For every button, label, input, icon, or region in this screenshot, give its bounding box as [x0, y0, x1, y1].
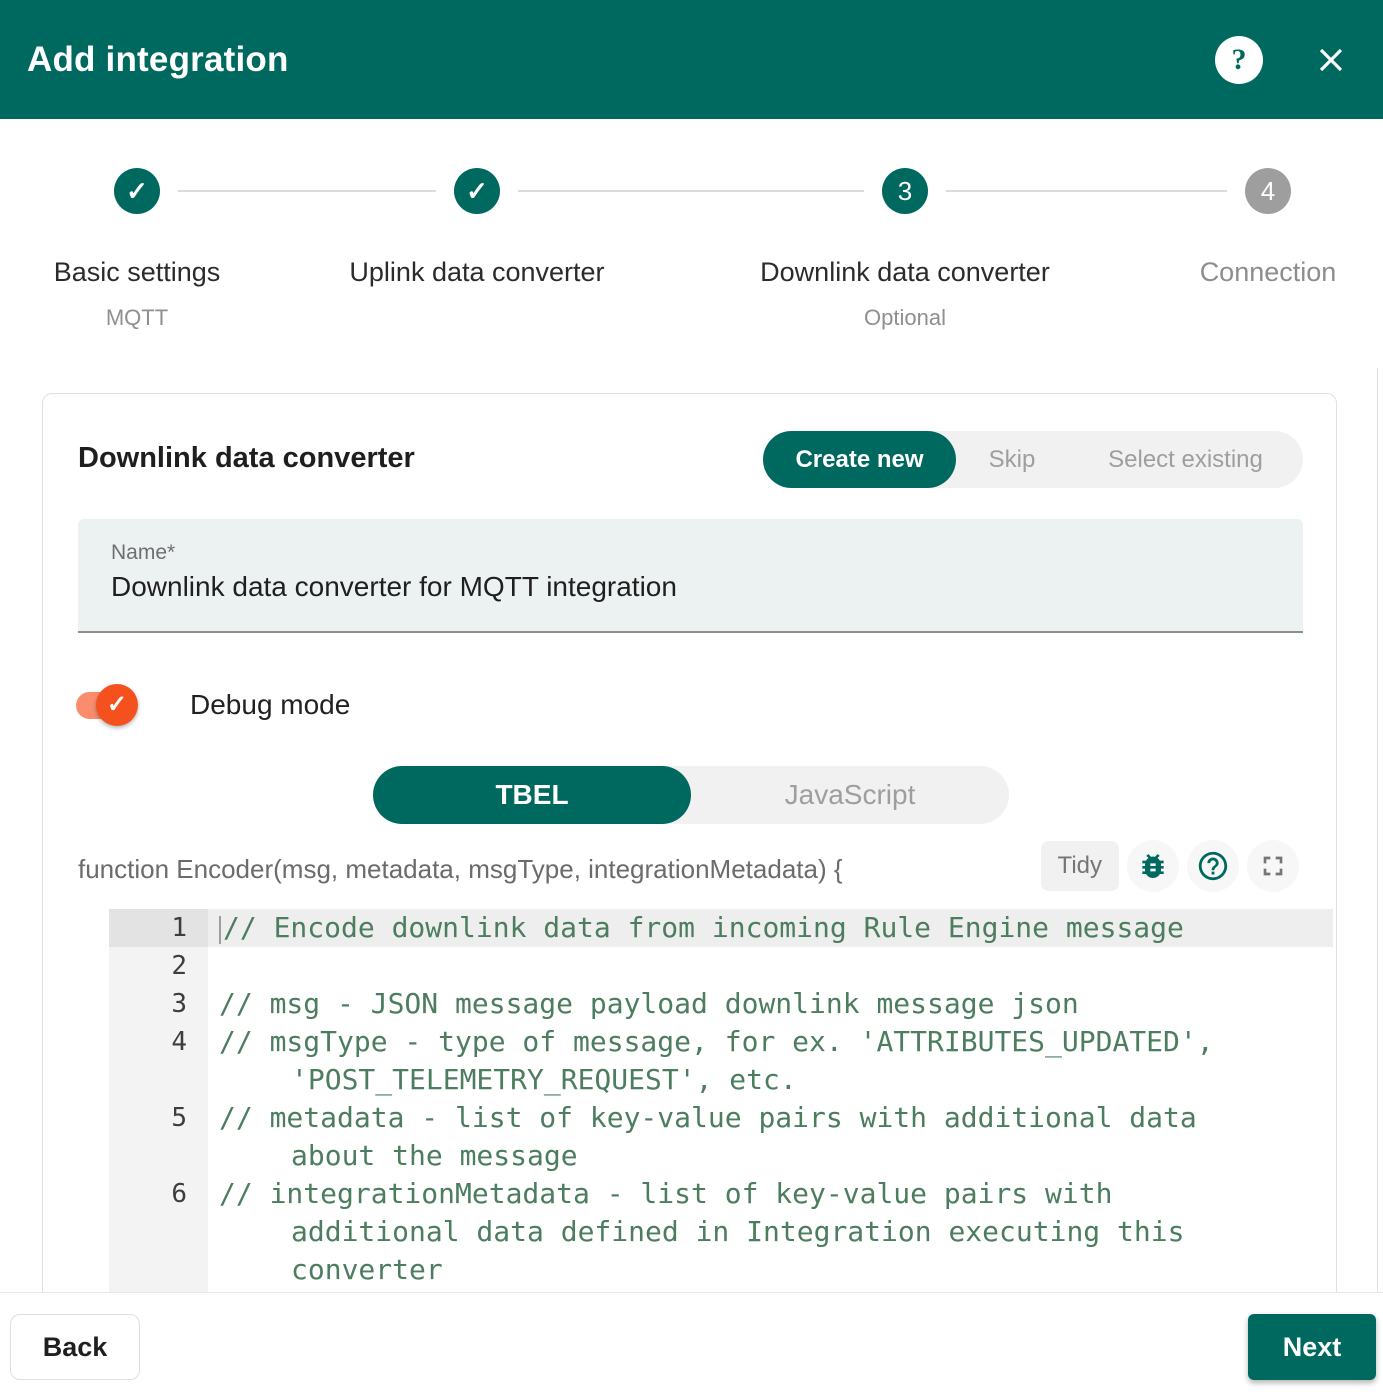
question-mark-icon: ? — [1232, 43, 1247, 77]
line-number: 6 — [109, 1175, 208, 1213]
script-language-tabs: TBEL JavaScript — [373, 766, 1009, 824]
code-editor[interactable]: 1 // Encode downlink data from incoming … — [109, 909, 1333, 1292]
debug-mode-toggle[interactable]: ✓ — [76, 677, 164, 733]
code-text — [208, 947, 1333, 985]
code-line-wrap: 'POST_TELEMETRY_REQUEST', etc. — [109, 1061, 1333, 1099]
code-text: converter — [208, 1251, 1333, 1289]
name-field-label: Name* — [111, 541, 175, 565]
debug-bug-button[interactable] — [1127, 840, 1179, 892]
step-sublabel: MQTT — [0, 305, 307, 331]
code-line-wrap: about the message — [109, 1137, 1333, 1175]
card-title: Downlink data converter — [78, 442, 415, 475]
code-text: 'POST_TELEMETRY_REQUEST', etc. — [208, 1061, 1333, 1099]
bug-icon — [1137, 850, 1169, 882]
next-button[interactable]: Next — [1248, 1314, 1376, 1380]
back-button[interactable]: Back — [10, 1314, 140, 1380]
step-label: Connection — [1098, 257, 1383, 288]
dialog-footer: Back Next — [0, 1292, 1383, 1395]
line-number — [109, 1061, 208, 1099]
step-label: Downlink data converter — [735, 257, 1075, 288]
debug-mode-row: ✓ Debug mode — [76, 677, 350, 733]
function-signature-row: function Encoder(msg, metadata, msgType,… — [43, 840, 1336, 896]
dialog-header: Add integration ? — [0, 0, 1383, 119]
tidy-button[interactable]: Tidy — [1041, 841, 1119, 891]
step-downlink-data-converter[interactable]: 3 Downlink data converter Optional — [735, 119, 1075, 214]
line-number: 3 — [109, 985, 208, 1023]
header-actions: ? — [1215, 0, 1353, 119]
wizard-stepper: ✓ Basic settings MQTT ✓ Uplink data conv… — [0, 119, 1383, 368]
code-line: 2 — [109, 947, 1333, 985]
function-signature: function Encoder(msg, metadata, msgType,… — [78, 854, 843, 885]
add-integration-dialog: Add integration ? ✓ Basic settings MQTT … — [0, 0, 1383, 1395]
tab-tbel[interactable]: TBEL — [373, 766, 691, 824]
step-number-badge: 3 — [882, 168, 928, 214]
code-text: about the message — [208, 1137, 1333, 1175]
code-line: 4 // msgType - type of message, for ex. … — [109, 1023, 1333, 1061]
downlink-converter-card: Downlink data converter Create new Skip … — [42, 393, 1337, 1292]
code-line-wrap: converter — [109, 1251, 1333, 1289]
tab-javascript[interactable]: JavaScript — [691, 766, 1009, 824]
code-text: additional data defined in Integration e… — [208, 1213, 1333, 1251]
step-label: Basic settings — [0, 257, 307, 288]
step-done-check-icon: ✓ — [114, 168, 160, 214]
mode-select-existing-button[interactable]: Select existing — [1068, 431, 1303, 488]
code-line: 1 // Encode downlink data from incoming … — [109, 909, 1333, 947]
dialog-title: Add integration — [27, 40, 289, 80]
step-done-check-icon: ✓ — [454, 168, 500, 214]
script-help-button[interactable] — [1187, 840, 1239, 892]
line-number: 4 — [109, 1023, 208, 1061]
mode-skip-button[interactable]: Skip — [956, 431, 1068, 488]
code-text: // integrationMetadata - list of key-val… — [208, 1175, 1333, 1213]
dialog-content: Downlink data converter Create new Skip … — [0, 368, 1383, 1292]
debug-mode-label: Debug mode — [190, 689, 350, 721]
fullscreen-button[interactable] — [1247, 840, 1299, 892]
code-line: 6 // integrationMetadata - list of key-v… — [109, 1175, 1333, 1213]
mode-create-new-button[interactable]: Create new — [763, 431, 956, 488]
step-connection[interactable]: 4 Connection — [1098, 119, 1383, 214]
help-button[interactable]: ? — [1215, 36, 1263, 84]
step-number-badge: 4 — [1245, 168, 1291, 214]
text-cursor — [219, 916, 221, 944]
line-number: 5 — [109, 1099, 208, 1137]
step-sublabel: Optional — [735, 305, 1075, 331]
code-line: 3 // msg - JSON message payload downlink… — [109, 985, 1333, 1023]
line-number: 1 — [109, 909, 208, 947]
editor-toolbar: Tidy — [1041, 840, 1299, 892]
fullscreen-icon — [1257, 850, 1289, 882]
toggle-thumb: ✓ — [96, 684, 138, 726]
line-number — [109, 1251, 208, 1289]
step-uplink-data-converter[interactable]: ✓ Uplink data converter — [307, 119, 647, 214]
content-scrollbar[interactable] — [1377, 368, 1378, 1292]
line-number: 2 — [109, 947, 208, 985]
step-basic-settings[interactable]: ✓ Basic settings MQTT — [0, 119, 307, 214]
close-button[interactable] — [1309, 38, 1353, 82]
check-icon: ✓ — [107, 693, 127, 717]
step-label: Uplink data converter — [307, 257, 647, 288]
code-line-wrap: additional data defined in Integration e… — [109, 1213, 1333, 1251]
code-text: // msg - JSON message payload downlink m… — [208, 985, 1333, 1023]
code-text: // Encode downlink data from incoming Ru… — [208, 909, 1333, 947]
name-input[interactable] — [111, 571, 1251, 603]
code-text: // msgType - type of message, for ex. 'A… — [208, 1023, 1333, 1061]
name-field: Name* — [78, 519, 1303, 633]
converter-mode-toggle: Create new Skip Select existing — [763, 431, 1303, 488]
line-number — [109, 1213, 208, 1251]
close-icon — [1312, 41, 1350, 79]
code-text: // metadata - list of key-value pairs wi… — [208, 1099, 1333, 1137]
help-circle-icon — [1196, 849, 1230, 883]
line-number — [109, 1137, 208, 1175]
code-line: 5 // metadata - list of key-value pairs … — [109, 1099, 1333, 1137]
